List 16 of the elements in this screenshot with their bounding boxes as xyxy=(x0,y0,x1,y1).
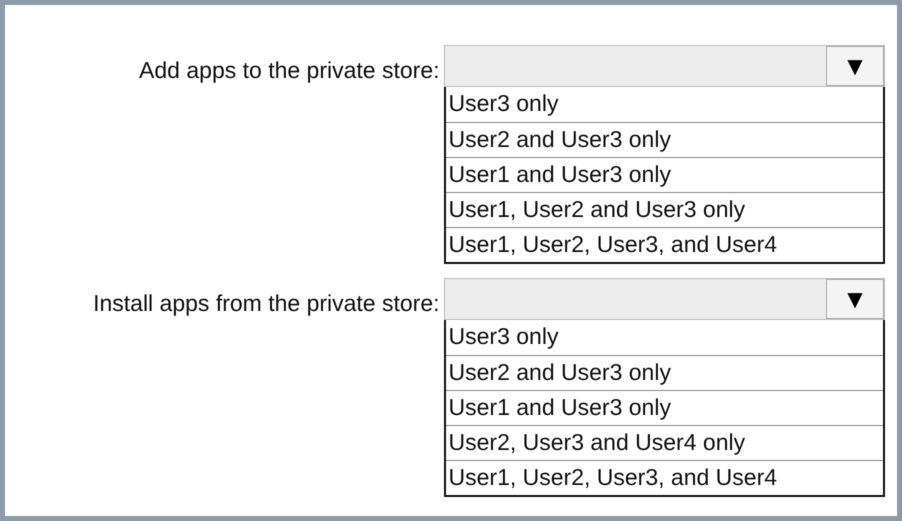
dropdown-option[interactable]: User1 and User3 only xyxy=(446,390,883,425)
dropdown-option[interactable]: User1, User2, User3, and User4 xyxy=(446,460,883,495)
dropdown-option[interactable]: User2, User3 and User4 only xyxy=(446,425,883,460)
dropdown-field[interactable]: ▼ xyxy=(444,45,885,87)
question-label: Install apps from the private store: xyxy=(92,289,441,318)
dropdown-option[interactable]: User3 only xyxy=(446,87,883,122)
dropdown-arrow-button[interactable]: ▼ xyxy=(826,46,884,86)
dropdown-option[interactable]: User2 and User3 only xyxy=(446,122,883,157)
dropdown-field[interactable]: ▼ xyxy=(444,278,885,320)
dropdown-option[interactable]: User1, User2, User3, and User4 xyxy=(446,227,883,262)
dropdown-option[interactable]: User1, User2 and User3 only xyxy=(446,192,883,227)
dropdown-option[interactable]: User3 only xyxy=(446,320,883,355)
dropdown-arrow-button[interactable]: ▼ xyxy=(826,279,884,319)
dropdown-option[interactable]: User1 and User3 only xyxy=(446,157,883,192)
question-label: Add apps to the private store: xyxy=(138,56,441,85)
dropdown-option[interactable]: User2 and User3 only xyxy=(446,355,883,390)
